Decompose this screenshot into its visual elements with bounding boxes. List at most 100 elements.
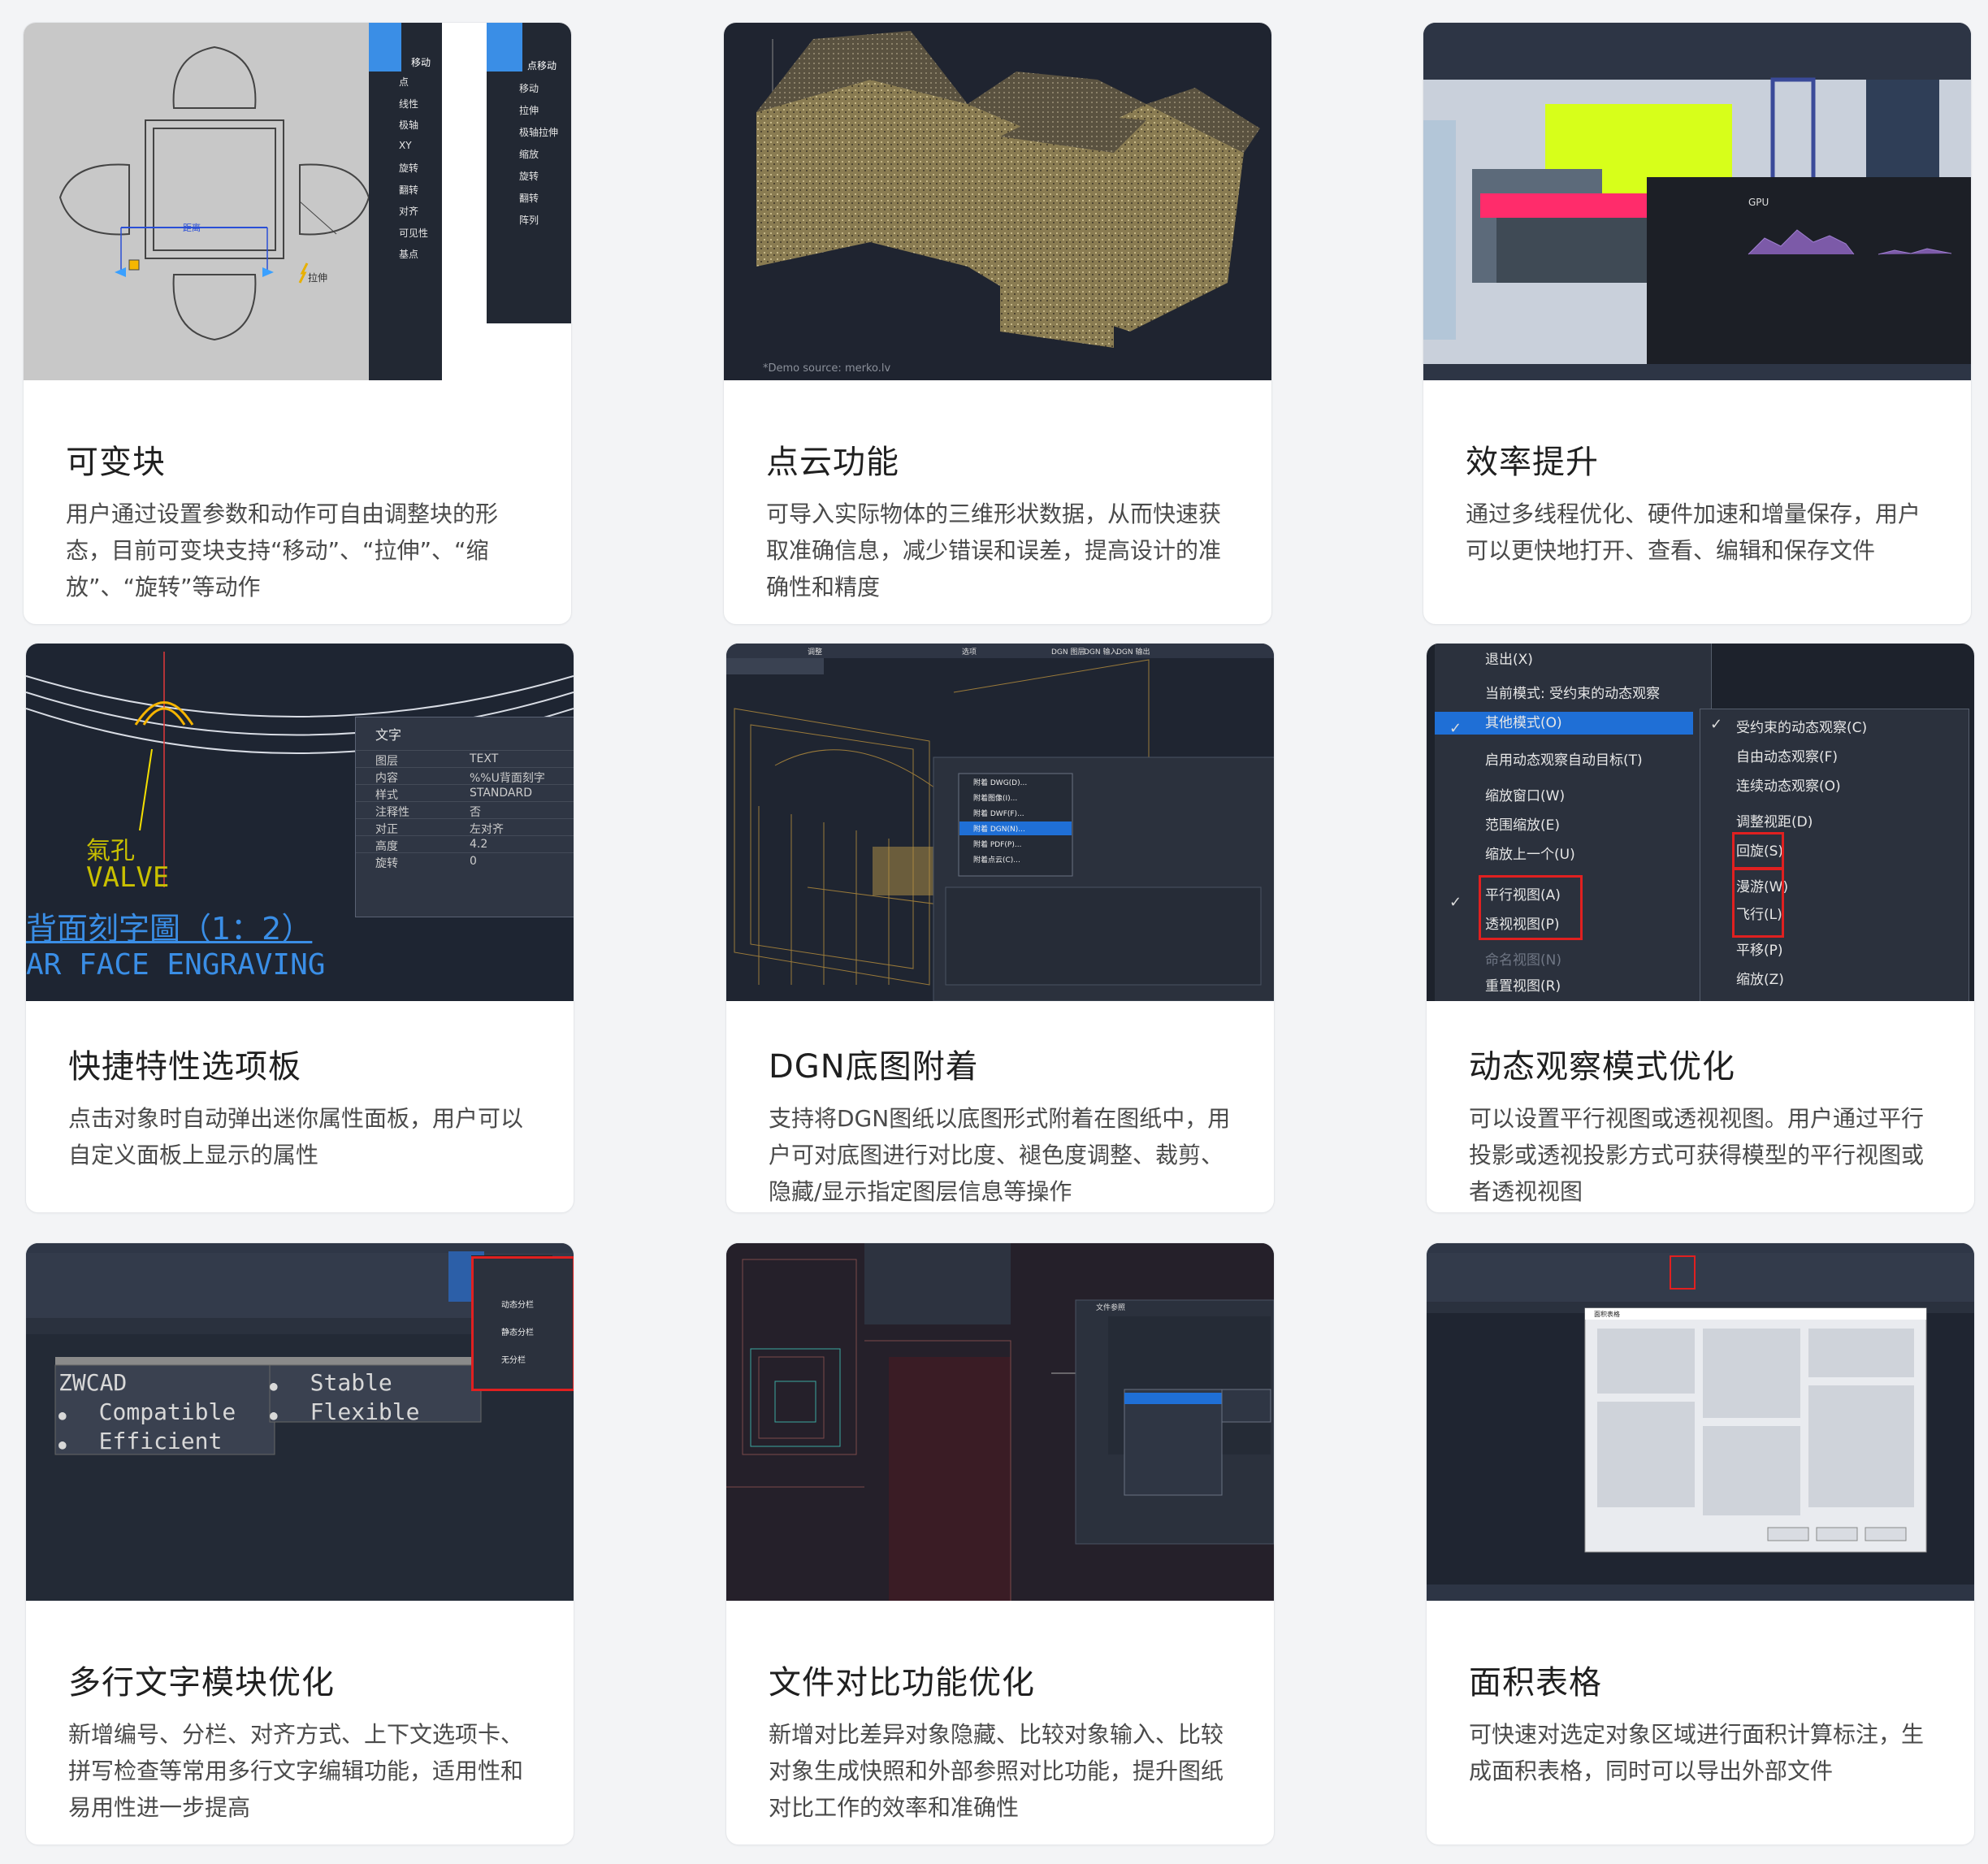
property-value[interactable]: 左对齐 — [470, 821, 504, 837]
tool-move-top[interactable]: 移动 — [411, 55, 431, 69]
orbit-menu-item[interactable]: 缩放上一个(U) — [1435, 843, 1693, 866]
feature-card-quick-properties[interactable]: 氣孔 VALVE 背面刻字圖（1：2） AR FACE ENGRAVING 文字… — [25, 643, 574, 1213]
ribbon-tab[interactable]: DGN 图层 — [1051, 646, 1085, 657]
feature-card-point-cloud[interactable]: Z *Demo source: merko.lv 点云功能 可导入实际物体的三维… — [723, 22, 1272, 625]
card-title: 快捷特性选项板 — [68, 1048, 301, 1086]
attach-menu-item[interactable]: 附着 DWG(D)... — [970, 777, 1076, 792]
engraving-cn-label: 背面刻字圖（1：2） — [26, 911, 313, 947]
property-value[interactable]: 否 — [470, 804, 481, 820]
property-value[interactable]: %%U背面刻字 — [470, 769, 545, 786]
tool-item[interactable]: 线性 — [399, 97, 418, 111]
feature-card-orbit-mode[interactable]: 退出(X) 当前模式: 受约束的动态观察其他模式(O) 启用动态观察自动目标(T) 缩… — [1426, 643, 1975, 1213]
property-value[interactable]: 4.2 — [470, 838, 487, 851]
property-value[interactable]: 0 — [470, 855, 477, 868]
check-icon: ✓ — [1710, 716, 1723, 733]
tool-item[interactable]: 可见性 — [399, 226, 428, 240]
card-title: 多行文字模块优化 — [68, 1664, 335, 1701]
ribbon-tab[interactable]: DGN 输出 — [1116, 646, 1150, 657]
feature-card-dgn-underlay[interactable]: 调整 选项 DGN 图层 DGN 输入 DGN 输出 附着 DWG(D)... 附着图像(… — [725, 643, 1275, 1213]
orbit-submenu-item[interactable]: 受约束的动态观察(C) — [1736, 716, 1867, 736]
bullet-icon: ● — [270, 1378, 278, 1394]
feature-card-mtext[interactable]: 动态分栏 静态分栏 无分栏 ZWCAD ● Compatible ● Efficient ●… — [25, 1242, 574, 1845]
orbit-submenu-item[interactable]: 平移(P) — [1736, 939, 1783, 959]
orbit-submenu-item[interactable]: 缩放(Z) — [1736, 968, 1784, 988]
orbit-menu-item[interactable]: 重置视图(R) — [1435, 975, 1693, 998]
tool-item[interactable]: 拉伸 — [519, 103, 539, 117]
orbit-menu-item[interactable]: 启用动态观察自动目标(T) — [1435, 749, 1693, 772]
mtext-line: ● Stable — [270, 1369, 481, 1398]
quick-properties-panel[interactable]: 文字 图层 TEXT 内容 %%U背面刻字 样式 STANDARD 注释性 否对正 左对齐 高度 4… — [355, 717, 574, 917]
property-value[interactable]: TEXT — [470, 752, 498, 765]
attach-menu[interactable]: 附着 DWG(D)... 附着图像(I)... 附着 DWF(F)... 附着 DGN… — [970, 777, 1076, 869]
tool-item[interactable]: 移动 — [519, 81, 539, 95]
orbit-submenu-item[interactable]: 调整视距(D) — [1736, 810, 1813, 830]
attach-menu-item[interactable]: 附着 DWF(F)... — [970, 808, 1076, 823]
tool-item[interactable]: XY — [399, 140, 412, 151]
ribbon-tab[interactable]: 调整 — [808, 646, 822, 657]
attach-menu-item[interactable]: 附着点云(C)... — [970, 854, 1076, 869]
dialog-title: 面积表格 — [1594, 1311, 1620, 1318]
mtext-screenshot: 动态分栏 静态分栏 无分栏 ZWCAD ● Compatible ● Efficient ●… — [26, 1243, 574, 1601]
orbit-menu-item[interactable]: 缩放窗口(W) — [1435, 785, 1693, 808]
attach-menu-item[interactable]: 附着 PDF(P)... — [970, 839, 1076, 854]
tool-item[interactable]: 旋转 — [519, 169, 539, 183]
tool-item[interactable]: 点 — [399, 75, 409, 89]
feature-card-area-table[interactable]: 面积表格 面积表格 可快速对选定对象区域进行面积计算标注，生成面积表格，同时可以… — [1426, 1242, 1975, 1845]
tool-item[interactable]: 极轴 — [399, 118, 418, 132]
tool-item[interactable]: 阵列 — [519, 213, 539, 227]
engraving-en-label: AR FACE ENGRAVING — [26, 948, 326, 982]
orbit-menu-item[interactable]: 其他模式(O) — [1435, 712, 1693, 735]
card-title: 文件对比功能优化 — [769, 1664, 1035, 1701]
orbit-menu-item[interactable]: 命名视图(N) — [1435, 949, 1693, 972]
property-row: 高度 4.2 — [356, 835, 574, 853]
card-description: 点击对象时自动弹出迷你属性面板，用户可以自定义面板上显示的属性 — [68, 1105, 524, 1168]
feature-card-file-compare[interactable]: 文件参照 文件对比功能优化 新增对比差异对象隐藏、比较对象输入、比较对象生成快照… — [725, 1242, 1275, 1845]
column-menu-item[interactable]: 静态分栏 — [474, 1325, 571, 1353]
bullet-icon: ● — [58, 1407, 67, 1423]
property-value[interactable]: STANDARD — [470, 787, 532, 800]
feature-card-dynamic-block[interactable]: 距离 拉伸 移动 点线性 极轴 XY 旋转 翻转 对齐 可见性 基点 点移动 移动 拉伸 极轴拉伸… — [23, 22, 572, 625]
tool-item[interactable]: 极轴拉伸 — [519, 125, 558, 139]
mtext-text: Stable — [310, 1369, 392, 1396]
gpu-label: GPU — [1748, 197, 1769, 208]
tool-item[interactable]: 旋转 — [399, 161, 418, 175]
card-title: 可变块 — [66, 444, 166, 481]
card-title: 动态观察模式优化 — [1469, 1048, 1735, 1086]
card-title: 面积表格 — [1469, 1664, 1602, 1701]
orbit-menu-item: 当前模式: 受约束的动态观察 — [1485, 686, 1661, 702]
ribbon-tab[interactable]: DGN 输入 — [1084, 646, 1118, 657]
area-table-screenshot: 面积表格 — [1427, 1243, 1974, 1601]
tool-item[interactable]: 翻转 — [399, 183, 418, 197]
panel-title: 文字 — [375, 727, 402, 743]
property-row: 旋转 0 — [356, 852, 574, 870]
orbit-submenu-item[interactable]: 连续动态观察(O) — [1736, 774, 1841, 795]
card-description: 可快速对选定对象区域进行面积计算标注，生成面积表格，同时可以导出外部文件 — [1469, 1721, 1925, 1784]
tool-item[interactable]: 缩放 — [519, 147, 539, 161]
feature-card-efficiency[interactable]: GPU 效率提升 通过多线程优化、硬件加速和增量保存，用户可以更快地打开、查看、… — [1423, 22, 1972, 625]
attach-menu-item[interactable]: 附着 DGN(N)... — [970, 823, 1076, 839]
mtext-line: ZWCAD — [58, 1369, 270, 1398]
dgn-underlay-screenshot: 调整 选项 DGN 图层 DGN 输入 DGN 输出 附着 DWG(D)... 附着图像(… — [726, 644, 1274, 1001]
orbit-menu-item[interactable]: 范围缩放(E) — [1435, 814, 1693, 837]
orbit-context-menu[interactable]: 退出(X) 当前模式: 受约束的动态观察其他模式(O) 启用动态观察自动目标(T) 缩… — [1435, 644, 1712, 1001]
column-menu-item[interactable]: 动态分栏 — [474, 1298, 571, 1325]
tool-item[interactable]: 翻转 — [519, 191, 539, 205]
orbit-menu-item[interactable]: 退出(X) — [1435, 648, 1693, 671]
tool-item[interactable]: 基点 — [399, 247, 418, 261]
ribbon-tab[interactable]: 选项 — [962, 646, 977, 657]
stretch-label: 拉伸 — [308, 272, 328, 284]
tool-item[interactable]: 对齐 — [399, 204, 418, 218]
quick-properties-screenshot: 氣孔 VALVE 背面刻字圖（1：2） AR FACE ENGRAVING 文字… — [26, 644, 574, 1001]
orbit-submenu-item[interactable]: 自由动态观察(F) — [1736, 745, 1838, 765]
tool-point-move-top[interactable]: 点移动 — [527, 59, 557, 72]
card-description: 用户通过设置参数和动作可自由调整块的形态，目前可变块支持“移动”、“拉伸”、“缩… — [66, 501, 499, 600]
highlight-box-walk-fly — [1732, 868, 1784, 938]
dynamic-block-screenshot: 距离 拉伸 移动 点线性 极轴 XY 旋转 翻转 对齐 可见性 基点 点移动 移动 拉伸 极轴拉伸… — [24, 23, 571, 380]
attach-menu-item[interactable]: 附着图像(I)... — [970, 792, 1076, 808]
column-menu-item[interactable]: 无分栏 — [474, 1353, 571, 1381]
card-description: 支持将DGN图纸以底图形式附着在图纸中，用户可对底图进行对比度、褪色度调整、裁剪… — [769, 1105, 1231, 1205]
column-menu[interactable]: 动态分栏 静态分栏 无分栏 — [471, 1256, 574, 1391]
property-key: 高度 — [375, 840, 398, 853]
property-row: 内容 %%U背面刻字 — [356, 767, 574, 786]
property-row: 样式 STANDARD — [356, 784, 574, 802]
